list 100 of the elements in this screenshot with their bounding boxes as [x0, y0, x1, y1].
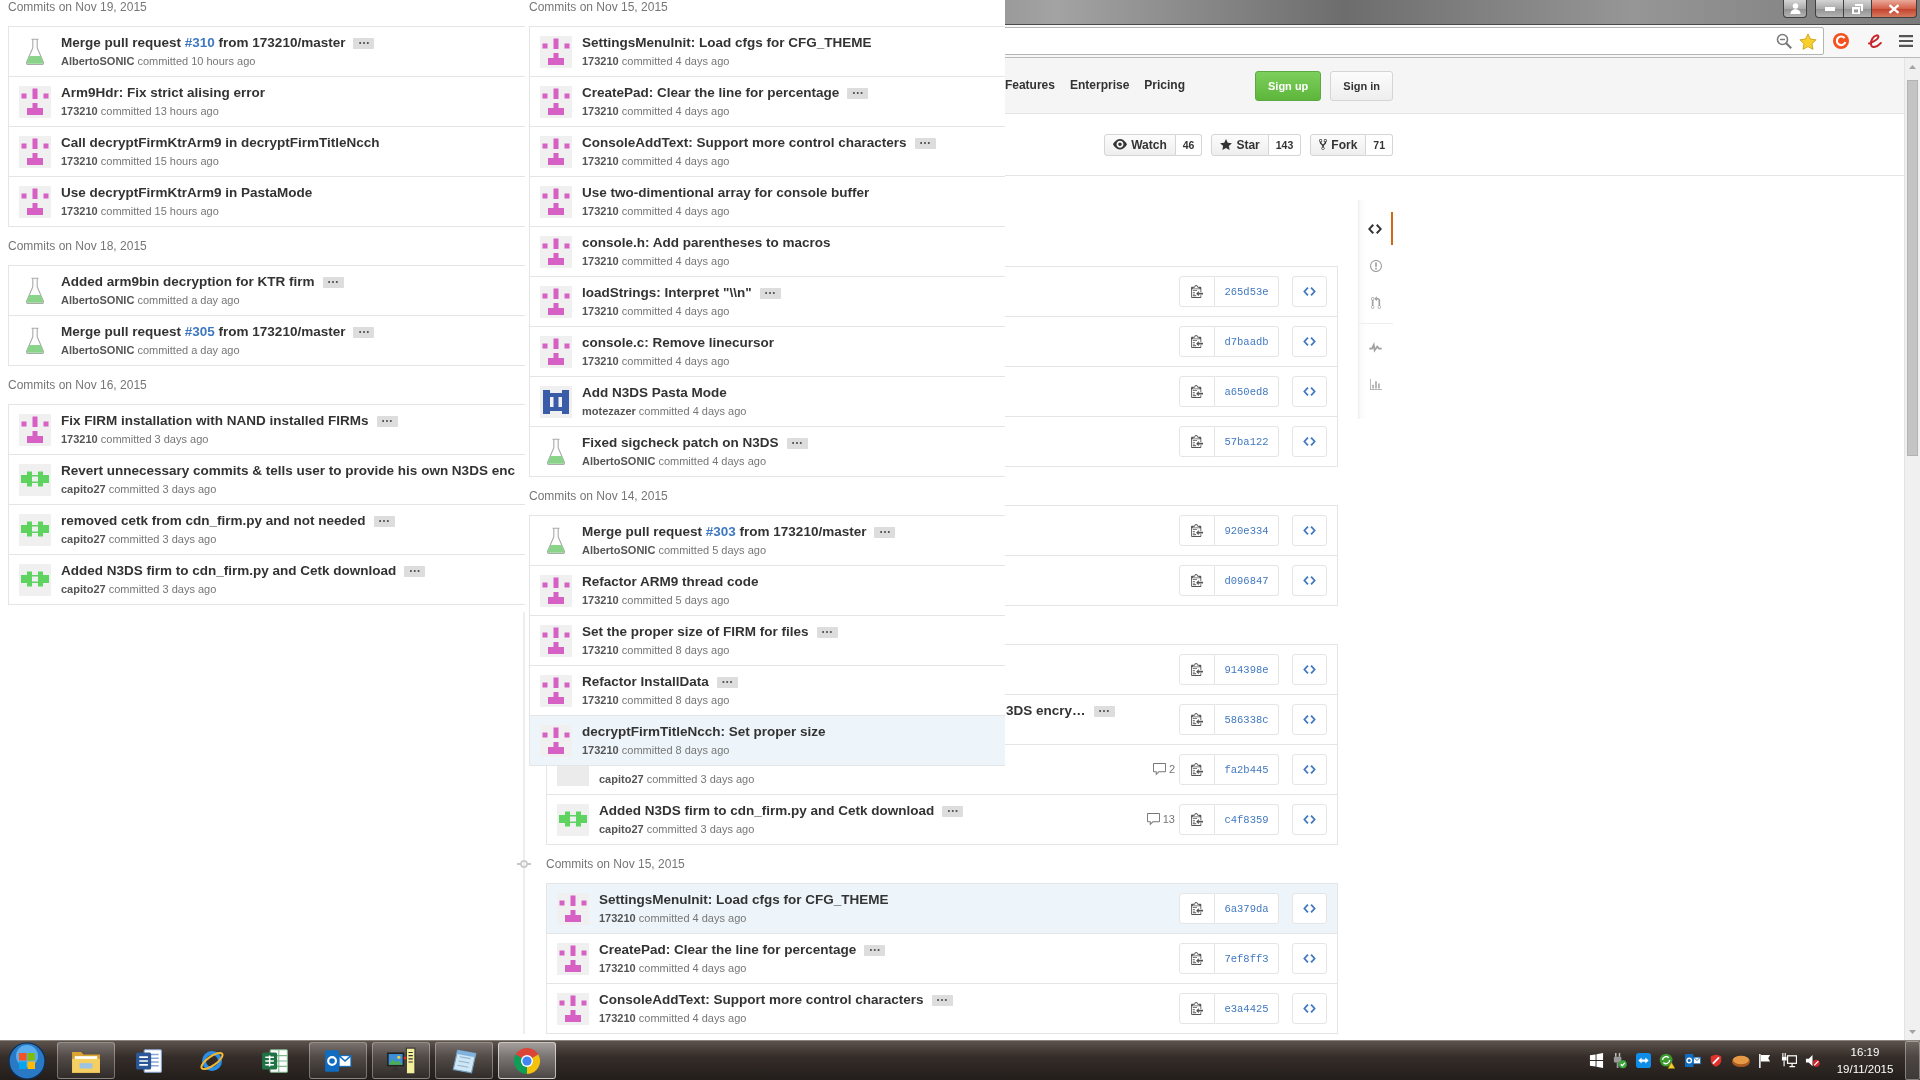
expand-button[interactable]: …	[353, 37, 375, 49]
expand-button[interactable]: …	[816, 626, 838, 638]
shield-icon[interactable]	[1709, 1053, 1723, 1068]
comments-link[interactable]: 2	[1152, 763, 1175, 776]
browse-code-button[interactable]	[1292, 326, 1327, 357]
expand-button[interactable]: …	[847, 87, 869, 99]
browse-code-button[interactable]	[1292, 515, 1327, 546]
author-link[interactable]: 173210	[582, 355, 619, 367]
expand-button[interactable]: …	[786, 437, 808, 449]
fork-count[interactable]: 71	[1366, 133, 1393, 156]
taskbar-button[interactable]	[308, 1042, 367, 1079]
star-button[interactable]: Star	[1211, 133, 1269, 156]
copy-button[interactable]	[1179, 993, 1215, 1024]
comments-link[interactable]: 13	[1146, 813, 1175, 826]
browse-code-button[interactable]	[1292, 754, 1327, 785]
author-link[interactable]: capito27	[599, 773, 644, 785]
sign-in-button[interactable]: Sign in	[1330, 70, 1393, 101]
sha-link[interactable]: 914398e	[1215, 654, 1279, 685]
pull-request-link[interactable]: #303	[705, 524, 736, 539]
pull-request-link[interactable]: #305	[184, 324, 215, 339]
oval-icon[interactable]	[1731, 1054, 1750, 1067]
browse-code-button[interactable]	[1292, 426, 1327, 457]
author-link[interactable]: 173210	[582, 255, 619, 267]
copy-button[interactable]	[1179, 276, 1215, 307]
taskbar-button[interactable]	[57, 1042, 116, 1079]
author-link[interactable]: 173210	[582, 644, 619, 656]
copy-button[interactable]	[1179, 654, 1215, 685]
sha-link[interactable]: fa2b445	[1215, 754, 1279, 785]
browse-code-button[interactable]	[1292, 893, 1327, 924]
copy-button[interactable]	[1179, 426, 1215, 457]
profile-button[interactable]	[1783, 0, 1807, 18]
sha-link[interactable]: a650ed8	[1215, 376, 1279, 407]
expand-button[interactable]: …	[353, 326, 375, 338]
copy-button[interactable]	[1179, 565, 1215, 596]
sha-link[interactable]: e3a4425	[1215, 993, 1279, 1024]
plug-icon[interactable]	[1612, 1052, 1627, 1069]
pull-request-link[interactable]: #310	[184, 35, 215, 50]
taskbar-button[interactable]	[497, 1042, 556, 1079]
author-link[interactable]: 173210	[582, 594, 619, 606]
zoom-out-icon[interactable]	[1776, 33, 1792, 49]
author-link[interactable]: 173210	[61, 105, 98, 117]
minimize-button[interactable]	[1815, 0, 1844, 18]
author-link[interactable]: capito27	[61, 533, 106, 545]
author-link[interactable]: AlbertoSONIC	[582, 544, 656, 556]
copy-button[interactable]	[1179, 804, 1215, 835]
author-link[interactable]: 173210	[61, 433, 98, 445]
author-link[interactable]: AlbertoSONIC	[61, 294, 135, 306]
taskbar-button[interactable]	[371, 1042, 430, 1079]
author-link[interactable]: 173210	[582, 55, 619, 67]
expand-button[interactable]: …	[322, 276, 344, 288]
author-link[interactable]: capito27	[599, 823, 644, 835]
author-link[interactable]: 173210	[582, 205, 619, 217]
author-link[interactable]: 173210	[61, 155, 98, 167]
browse-code-button[interactable]	[1292, 276, 1327, 307]
author-link[interactable]: AlbertoSONIC	[582, 455, 656, 467]
swirl-icon[interactable]	[1866, 33, 1882, 49]
show-desktop-button[interactable]	[1905, 1041, 1920, 1080]
browse-code-button[interactable]	[1292, 804, 1327, 835]
author-link[interactable]: 173210	[582, 105, 619, 117]
author-link[interactable]: 173210	[599, 1012, 636, 1024]
copy-button[interactable]	[1179, 376, 1215, 407]
author-link[interactable]: 173210	[582, 305, 619, 317]
watch-count[interactable]: 46	[1175, 133, 1203, 156]
copy-button[interactable]	[1179, 326, 1215, 357]
author-link[interactable]: 173210	[61, 205, 98, 217]
sha-link[interactable]: d096847	[1215, 565, 1279, 596]
sha-link[interactable]: 6a379da	[1215, 893, 1279, 924]
expand-button[interactable]: …	[404, 565, 426, 577]
copy-button[interactable]	[1179, 515, 1215, 546]
sha-link[interactable]: 7ef8ff3	[1215, 943, 1279, 974]
author-link[interactable]: 173210	[599, 912, 636, 924]
copy-button[interactable]	[1179, 893, 1215, 924]
expand-button[interactable]: …	[759, 287, 781, 299]
expand-button[interactable]: …	[716, 676, 738, 688]
author-link[interactable]: capito27	[61, 583, 106, 595]
menu-icon[interactable]	[1899, 35, 1913, 47]
browse-code-button[interactable]	[1292, 654, 1327, 685]
author-link[interactable]: AlbertoSONIC	[61, 55, 135, 67]
grid-icon[interactable]	[1588, 1053, 1604, 1068]
author-link[interactable]: AlbertoSONIC	[61, 344, 135, 356]
browse-code-button[interactable]	[1292, 565, 1327, 596]
expand-button[interactable]: …	[376, 415, 398, 427]
nav-link[interactable]: Pricing	[1144, 78, 1185, 93]
fork-button[interactable]: Fork	[1310, 133, 1367, 156]
author-link[interactable]: 173210	[582, 744, 619, 756]
star-count[interactable]: 143	[1268, 133, 1302, 156]
scrollbar-thumb[interactable]	[1907, 80, 1918, 456]
expand-button[interactable]: …	[874, 526, 896, 538]
nav-link[interactable]: Features	[1004, 78, 1055, 93]
author-link[interactable]: 173210	[582, 155, 619, 167]
scrollbar[interactable]	[1904, 58, 1920, 1040]
expand-button[interactable]: …	[942, 805, 964, 817]
browse-code-button[interactable]	[1292, 704, 1327, 735]
flag-icon[interactable]	[1758, 1053, 1771, 1068]
close-button[interactable]	[1872, 0, 1917, 18]
restore-button[interactable]	[1844, 0, 1872, 18]
copy-button[interactable]	[1179, 943, 1215, 974]
network-icon[interactable]	[1779, 1053, 1797, 1068]
arrows-icon[interactable]	[1635, 1053, 1651, 1068]
author-link[interactable]: capito27	[61, 483, 106, 495]
